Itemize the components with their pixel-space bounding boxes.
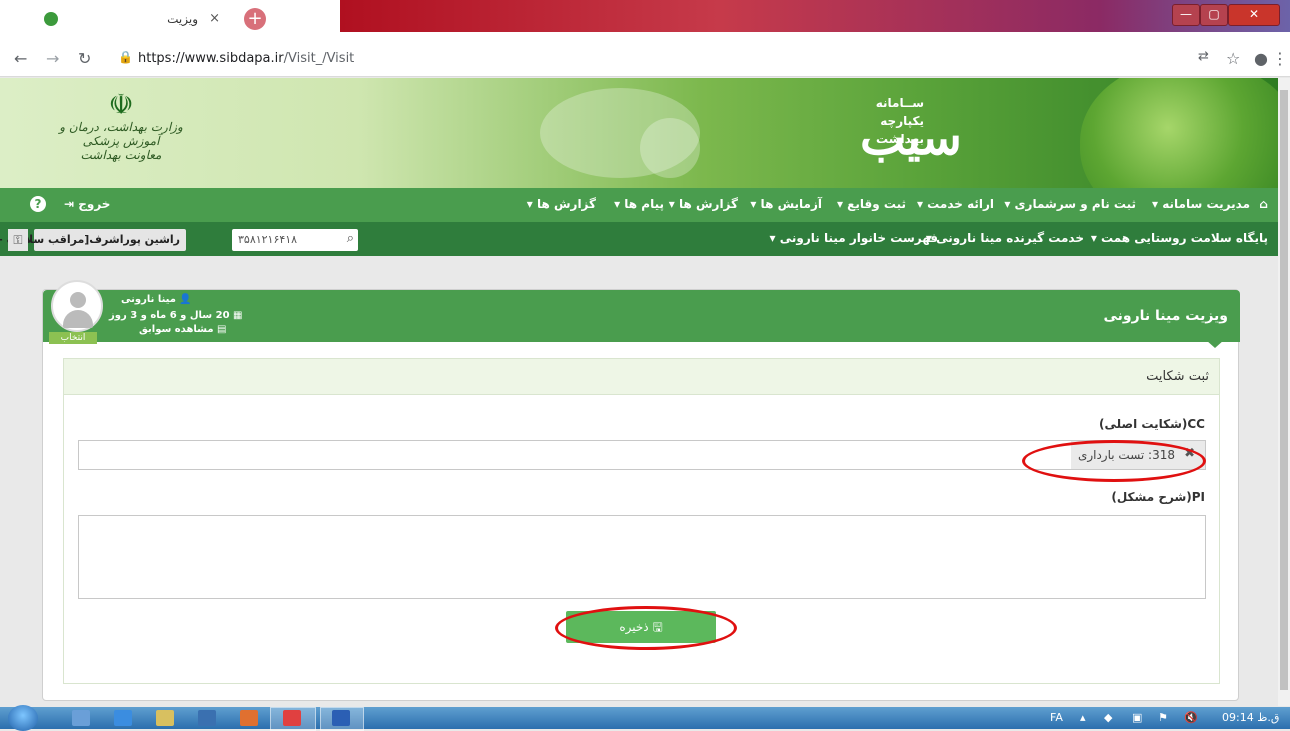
iran-emblem-icon: ☫ <box>108 88 134 121</box>
visit-panel-header: ویزیت مینا نارونی 👤 مینا نارونی ▦ 20 سال… <box>43 290 1240 348</box>
start-button[interactable] <box>8 705 38 731</box>
mail-icon[interactable] <box>72 710 90 726</box>
window-titlebar-background <box>340 0 1290 32</box>
menu-item-events[interactable]: ثبت وقایع ▾ <box>837 197 906 211</box>
sib-logo: ســامانه یکپارچه بهداشت سیب <box>800 96 962 176</box>
menu-item-reports-2[interactable]: گزارش ها ▾ <box>527 197 596 211</box>
sib-favicon-icon <box>44 12 58 26</box>
firefox-icon[interactable] <box>240 710 258 726</box>
ministry-deputy: معاونت بهداشت <box>80 148 162 162</box>
highlight-ring-cc <box>1022 440 1206 482</box>
search-input[interactable]: ۳۵۸۱۲۱۶۴۱۸ <box>238 233 297 246</box>
header-pointer <box>1206 340 1224 348</box>
address-bar-row: ← → ↻ 🔒 https://www.sibdapa.ir/Visit_/Vi… <box>0 41 1290 77</box>
sib-wordmark: سیب <box>860 110 962 166</box>
page-title: ویزیت مینا نارونی <box>1103 308 1228 324</box>
help-icon[interactable]: ? <box>30 196 46 212</box>
page-scrollbar[interactable] <box>1278 78 1290 706</box>
word-icon <box>332 710 350 726</box>
lock-icon: 🔒 <box>118 50 133 64</box>
scrollbar-thumb[interactable] <box>1280 90 1288 690</box>
home-icon[interactable]: ⌂ <box>1259 197 1268 211</box>
profile-icon[interactable]: ● <box>1254 49 1268 68</box>
menu-item-tests[interactable]: آزمایش ها ▾ <box>750 197 822 211</box>
logout-link[interactable]: خروج ⇥ <box>64 197 110 211</box>
cc-label: CC(شکایت اصلی) <box>1098 417 1205 431</box>
volume-icon[interactable]: 🔇 <box>1184 711 1198 724</box>
language-indicator[interactable]: FA <box>1050 711 1063 724</box>
national-id-search[interactable]: ۳۵۸۱۲۱۶۴۱۸ ⌕ <box>232 229 358 251</box>
menu-item-service[interactable]: ارائه خدمت ▾ <box>917 197 994 211</box>
search-icon[interactable]: ⌕ <box>347 231 354 246</box>
new-tab-button[interactable]: + <box>244 8 266 30</box>
browser-tab[interactable]: ویزیت × <box>32 6 232 36</box>
context-menu-bar: پایگاه سلامت روستایی همت ▾ خدمت گیرنده م… <box>0 222 1278 256</box>
ie-icon[interactable] <box>114 710 132 726</box>
avatar-body <box>63 310 93 328</box>
pi-label: PI(شرح مشکل) <box>1111 490 1205 504</box>
complaint-section-header: ثبت شکایت <box>64 359 1219 395</box>
tray-arrow-icon[interactable]: ▴ <box>1080 711 1086 724</box>
chrome-icon <box>283 710 301 726</box>
forward-arrow-icon[interactable]: → <box>46 49 59 68</box>
menu-item-reports[interactable]: گزارش ها ▾ <box>669 197 738 211</box>
menu-item-health-post[interactable]: پایگاه سلامت روستایی همت ▾ <box>1091 231 1268 245</box>
ministry-logo: ☫ وزارت بهداشت، درمان و آموزش پزشکی معاو… <box>46 90 196 180</box>
pick-image-button[interactable]: انتخاب تصویر <box>49 332 97 355</box>
url-text: https://www.sibdapa.ir/Visit_/Visit <box>138 51 355 66</box>
banner-decoration <box>640 118 700 178</box>
ministry-name: وزارت بهداشت، درمان و آموزش پزشکی <box>59 120 183 148</box>
green-apple-image <box>1080 78 1278 188</box>
menu-item-system-management[interactable]: مدیریت سامانه ▾ <box>1152 197 1250 211</box>
site-banner: ☫ وزارت بهداشت، درمان و آموزش پزشکی معاو… <box>0 78 1278 188</box>
windows-taskbar: FA ▴ ◆ ▣ ⚑ 🔇 09:14 ق.ظ <box>0 705 1290 731</box>
user-dropdown[interactable]: راشین پوراشرف[مراقب سلامت -ماما] ▾ <box>0 229 186 251</box>
minimize-button[interactable]: — <box>1172 4 1200 26</box>
menu-item-client[interactable]: خدمت گیرنده مینا نارونی ▾ <box>926 231 1084 245</box>
action-center-icon[interactable]: ⚑ <box>1158 711 1168 724</box>
system-tray: FA ▴ ◆ ▣ ⚑ 🔇 09:14 ق.ظ <box>1050 707 1290 729</box>
history-link[interactable]: ▤ مشاهده سوابق <box>139 324 226 335</box>
menu-kebab-icon[interactable]: ⋮ <box>1272 49 1288 68</box>
close-window-button[interactable]: ✕ <box>1228 4 1280 26</box>
patient-age: ▦ 20 سال و 6 ماه و 3 روز <box>109 310 243 321</box>
clock[interactable]: 09:14 ق.ظ <box>1222 711 1279 724</box>
menu-item-messages[interactable]: پیام ها ▾ <box>614 197 664 211</box>
back-arrow-icon[interactable]: ← <box>14 49 27 68</box>
reload-icon[interactable]: ↻ <box>78 49 91 68</box>
menu-item-household[interactable]: فهرست خانوار مینا نارونی ▾ <box>770 231 938 245</box>
media-icon[interactable] <box>198 710 216 726</box>
translate-icon[interactable]: ⇄ <box>1198 49 1209 64</box>
maximize-button[interactable]: ▢ <box>1200 4 1228 26</box>
browser-tab-strip: ویزیت × + — ▢ ✕ <box>0 0 1290 41</box>
pi-textarea[interactable] <box>78 515 1206 599</box>
section-title: ثبت شکایت <box>1146 369 1209 384</box>
menu-item-registration[interactable]: ثبت نام و سرشماری ▾ <box>1004 197 1136 211</box>
avatar-head <box>70 292 86 308</box>
url-bar[interactable]: 🔒 https://www.sibdapa.ir/Visit_/Visit <box>112 47 1224 71</box>
tab-close-icon[interactable]: × <box>209 11 220 26</box>
sib-line-1: ســامانه <box>875 96 924 110</box>
tab-title: ویزیت <box>167 12 198 26</box>
patient-name: 👤 مینا نارونی <box>121 294 192 305</box>
explorer-icon[interactable] <box>156 710 174 726</box>
network-icon[interactable]: ▣ <box>1132 711 1142 724</box>
avatar[interactable] <box>51 280 103 332</box>
highlight-ring-save <box>555 606 737 650</box>
bookmark-star-icon[interactable]: ☆ <box>1226 49 1240 68</box>
tray-app-icon[interactable]: ◆ <box>1104 711 1112 724</box>
key-icon[interactable]: ⚿ <box>8 229 28 251</box>
window-controls: — ▢ ✕ <box>1172 4 1282 26</box>
main-menu: ⌂ مدیریت سامانه ▾ ثبت نام و سرشماری ▾ ار… <box>0 188 1278 222</box>
